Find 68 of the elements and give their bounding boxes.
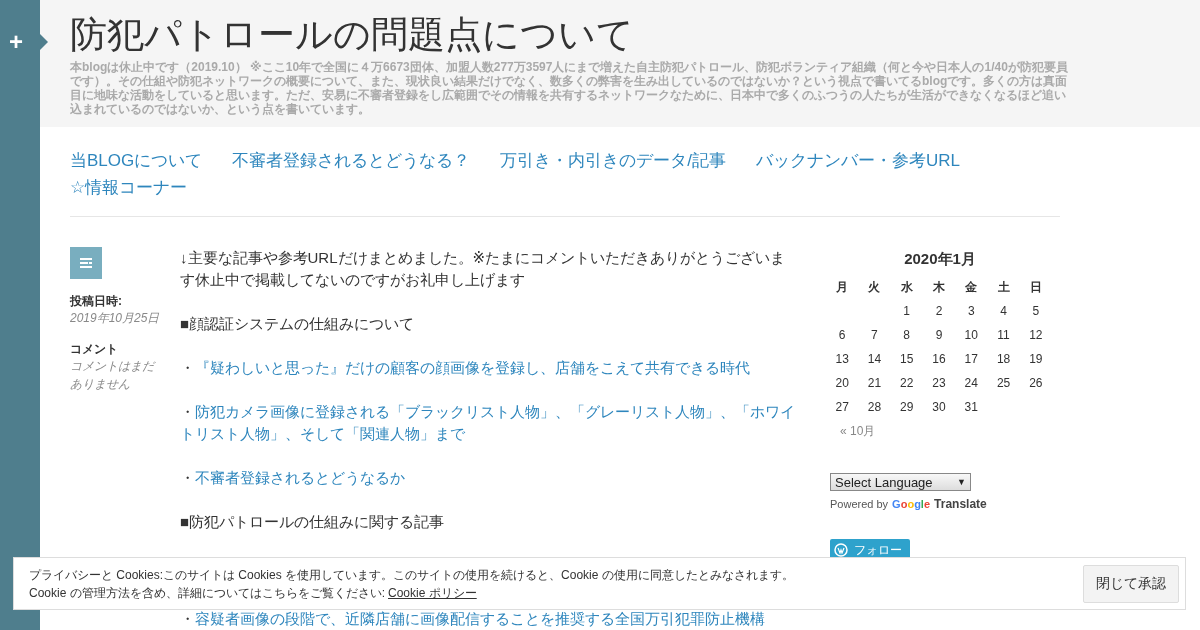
weekday-header: 火	[867, 279, 882, 296]
post-date: 2019年10月25日	[70, 310, 161, 327]
calendar-day: 10	[955, 323, 988, 347]
menu-toggle-button[interactable]: +	[0, 28, 40, 56]
previous-month-link[interactable]: « 10月	[840, 421, 876, 441]
language-select[interactable]: Select Language ▼	[830, 473, 971, 491]
powered-by-text: Powered by	[830, 498, 889, 510]
cookie-notice-text: プライバシーと Cookies:このサイトは Cookies を使用しています。このサイトの使用を続けると、Cookie の使用に同意したとみなされます。	[29, 566, 794, 584]
google-wordmark: Google	[892, 498, 931, 510]
calendar-day: 19	[1019, 347, 1052, 371]
weekday-header: 水	[899, 279, 914, 296]
article-link[interactable]: ・容疑者画像の段階で、近隣店舗に画像配信することを推奨する全国万引犯罪防止機構	[180, 608, 800, 630]
weekday-header: 日	[1028, 279, 1043, 296]
calendar-day: 29	[890, 395, 923, 419]
date-label: 投稿日時:	[70, 293, 123, 309]
comments-status: コメントはまだありません	[70, 358, 157, 393]
calendar-day: 24	[955, 371, 988, 395]
calendar-day: 15	[890, 347, 923, 371]
nav-link[interactable]: ☆情報コーナー	[70, 176, 188, 199]
calendar-day: 9	[922, 323, 956, 347]
calendar-day: 18	[987, 347, 1020, 371]
accept-button[interactable]: 閉じて承認	[1083, 564, 1179, 603]
cookie-manage-text: Cookie の管理方法を含め、詳細についてはこちらをご覧ください:	[29, 584, 386, 602]
nav-link[interactable]: 不審者登録されるとどうなる？	[232, 149, 471, 172]
calendar-day: 2	[922, 299, 956, 323]
post-paragraph: ■顔認証システムの仕組みについて	[180, 314, 416, 334]
weekday-header: 金	[964, 279, 979, 296]
calendar-day: 4	[987, 299, 1020, 323]
site-title: 防犯パトロールの問題点について	[70, 13, 635, 57]
calendar-day: 20	[826, 371, 859, 395]
site-description: 本blogは休止中です（2019.10） ※ここ10年で全国に４万6673団体、加盟人数277万3597人にまで増えた自主防犯パトロール、防犯ボランティア組織（何と今や日本人の1/40が防犯要員です）。その仕組や防犯ネットワークの概要について、また、現状良い結果だけでなく、数多くの弊害を生み出しているのではないか？という視点で書いてるblogです。多くの方は真面目に地味な活動をしていると思います。ただ、安易に不審者登録をし広範囲でその情報を共有するネットワークなために、日本中で多くのふつうの人たちが生活ができなくなるほど追い込まれているのではないか、という点を書いています。	[70, 60, 1069, 116]
nav-link[interactable]: バックナンバー・参考URL	[756, 149, 960, 172]
calendar-day: 22	[890, 371, 923, 395]
weekday-header: 木	[932, 279, 946, 296]
calendar-day: 1	[890, 299, 923, 323]
calendar-day: 23	[922, 371, 956, 395]
calendar-day: 8	[890, 323, 923, 347]
calendar-day: 25	[987, 371, 1020, 395]
text-format-icon[interactable]	[70, 247, 102, 279]
calendar-day: 11	[987, 323, 1020, 347]
article-link[interactable]: ・『疑わしいと思った』だけの顧客の顔画像を登録し、店舗をこえて共有できる時代	[180, 357, 800, 379]
calendar-day: 3	[955, 299, 988, 323]
calendar-day: 26	[1019, 371, 1052, 395]
weekday-header: 土	[996, 279, 1011, 296]
nav-link[interactable]: 当BLOGについて	[70, 149, 203, 172]
calendar-day: 6	[826, 323, 859, 347]
calendar-day: 16	[922, 347, 956, 371]
nav-link[interactable]: 万引き・内引きのデータ/記事	[500, 149, 726, 172]
calendar-day: 21	[858, 371, 891, 395]
calendar-day: 12	[1019, 323, 1052, 347]
calendar-day: 14	[858, 347, 891, 371]
comments-label: コメント	[70, 341, 119, 357]
calendar-day: 17	[955, 347, 988, 371]
calendar-day: 27	[826, 395, 859, 419]
calendar-day: 7	[858, 323, 891, 347]
calendar-day: 13	[826, 347, 859, 371]
calendar-day: 31	[955, 395, 988, 419]
cookie-policy-link[interactable]: Cookie ポリシー	[388, 583, 477, 602]
article-link[interactable]: ・不審者登録されるとどうなるか	[180, 467, 800, 489]
calendar-title: 2020年1月	[903, 249, 977, 269]
calendar-day: 28	[858, 395, 891, 419]
translate-text: Translate	[934, 497, 987, 511]
calendar-day: 5	[1019, 299, 1052, 323]
weekday-header: 月	[835, 279, 850, 296]
article-link[interactable]: ・防犯カメラ画像に登録される「ブラックリスト人物」、「グレーリスト人物」、「ホワイトリスト人物」、そして「関連人物」まで	[180, 401, 800, 445]
post-paragraph: ↓主要な記事や参考URLだけまとめました。※たまにコメントいただきありがとうございます休止中で掲載してないのですがお礼申し上げます	[180, 248, 787, 290]
post-paragraph: ■防犯パトロールの仕組みに関する記事	[180, 512, 446, 532]
calendar-day: 30	[922, 395, 956, 419]
